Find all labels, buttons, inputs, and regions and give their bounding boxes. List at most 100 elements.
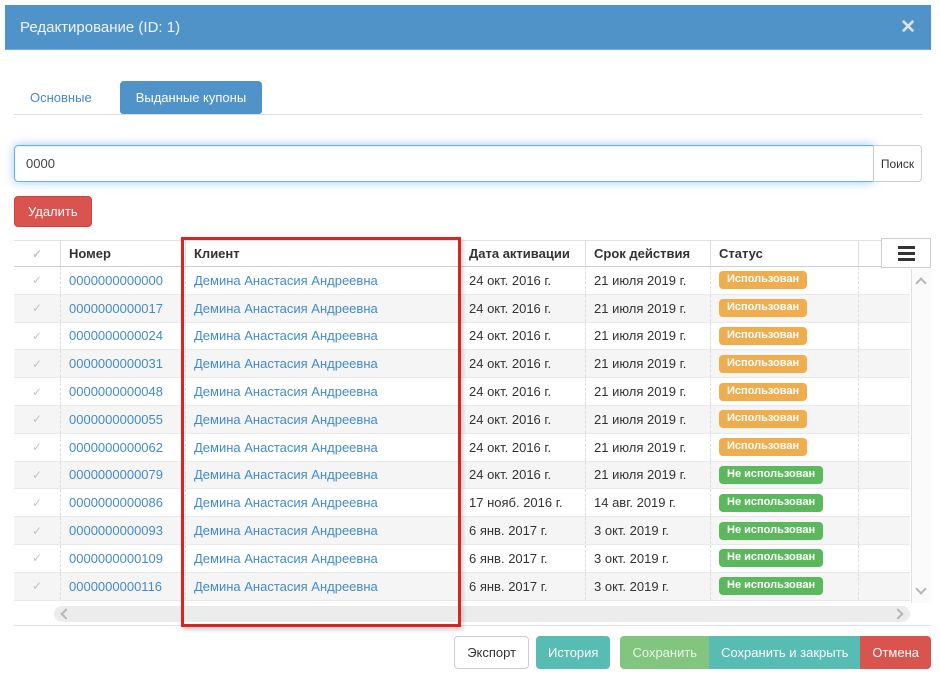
select-all-checkbox[interactable]: ✓ xyxy=(14,241,60,266)
edit-modal: Редактирование (ID: 1) ✕ Основные Выданн… xyxy=(5,5,931,683)
column-header-validity[interactable]: Срок действия xyxy=(585,241,710,266)
client-link[interactable]: Демина Анастасия Андреевна xyxy=(194,579,378,594)
client-link[interactable]: Демина Анастасия Андреевна xyxy=(194,551,378,566)
vertical-scrollbar[interactable] xyxy=(911,269,931,603)
validity-cell: 21 июля 2019 г. xyxy=(585,378,710,405)
client-link[interactable]: Демина Анастасия Андреевна xyxy=(194,412,378,427)
table-row: ✓ 0000000000116 Демина Анастасия Андреев… xyxy=(14,573,910,601)
validity-cell: 21 июля 2019 г. xyxy=(585,434,710,461)
client-link[interactable]: Демина Анастасия Андреевна xyxy=(194,384,378,399)
table-body: ✓ 0000000000000 Демина Анастасия Андреев… xyxy=(14,267,910,601)
validity-cell: 14 авг. 2019 г. xyxy=(585,489,710,516)
column-header-client[interactable]: Клиент xyxy=(185,241,460,266)
column-header-status[interactable]: Статус xyxy=(710,241,858,266)
table-row: ✓ 0000000000017 Демина Анастасия Андреев… xyxy=(14,295,910,323)
client-link[interactable]: Демина Анастасия Андреевна xyxy=(194,495,378,510)
coupon-number-link[interactable]: 0000000000055 xyxy=(69,412,163,427)
export-button[interactable]: Экспорт xyxy=(454,636,529,669)
table-row: ✓ 0000000000109 Демина Анастасия Андреев… xyxy=(14,545,910,573)
row-checkbox[interactable]: ✓ xyxy=(14,545,60,572)
horizontal-scrollbar[interactable] xyxy=(54,606,910,622)
tab-main[interactable]: Основные xyxy=(14,81,108,114)
activation-date-cell: 6 янв. 2017 г. xyxy=(460,517,585,544)
check-icon: ✓ xyxy=(32,524,42,538)
row-checkbox[interactable]: ✓ xyxy=(14,406,60,433)
coupon-number-link[interactable]: 0000000000116 xyxy=(69,579,162,594)
status-badge: Использован xyxy=(719,299,807,317)
tab-bar: Основные Выданные купоны xyxy=(14,75,922,115)
coupons-table: ✓ Номер Клиент Дата активации Срок дейст… xyxy=(14,240,931,601)
coupon-number-link[interactable]: 0000000000024 xyxy=(69,328,163,343)
column-header-number[interactable]: Номер xyxy=(60,241,185,266)
client-link[interactable]: Демина Анастасия Андреевна xyxy=(194,301,378,316)
check-icon: ✓ xyxy=(32,301,42,315)
row-checkbox[interactable]: ✓ xyxy=(14,378,60,405)
validity-cell: 21 июля 2019 г. xyxy=(585,406,710,433)
row-checkbox[interactable]: ✓ xyxy=(14,350,60,377)
check-icon: ✓ xyxy=(32,468,42,482)
coupon-number-link[interactable]: 0000000000000 xyxy=(69,273,163,288)
row-checkbox[interactable]: ✓ xyxy=(14,295,60,322)
validity-cell: 21 июля 2019 г. xyxy=(585,267,710,294)
coupon-number-link[interactable]: 0000000000086 xyxy=(69,495,163,510)
coupon-number-link[interactable]: 0000000000062 xyxy=(69,440,163,455)
client-link[interactable]: Демина Анастасия Андреевна xyxy=(194,356,378,371)
row-checkbox[interactable]: ✓ xyxy=(14,434,60,461)
validity-cell: 21 июля 2019 г. xyxy=(585,462,710,489)
row-checkbox[interactable]: ✓ xyxy=(14,323,60,350)
search-button[interactable]: Поиск xyxy=(873,145,922,182)
history-button[interactable]: История xyxy=(536,636,610,669)
status-badge: Не использован xyxy=(719,549,823,567)
activation-date-cell: 6 янв. 2017 г. xyxy=(460,545,585,572)
activation-date-cell: 6 янв. 2017 г. xyxy=(460,573,585,600)
tab-issued-coupons[interactable]: Выданные купоны xyxy=(120,81,263,114)
table-bottom-border xyxy=(14,625,931,626)
save-button[interactable]: Сохранить xyxy=(620,636,709,669)
search-input[interactable] xyxy=(14,145,874,182)
column-menu-icon[interactable] xyxy=(881,238,931,268)
activation-date-cell: 24 окт. 2016 г. xyxy=(460,462,585,489)
validity-cell: 3 окт. 2019 г. xyxy=(585,545,710,572)
status-badge: Не использован xyxy=(719,522,823,540)
status-badge: Использован xyxy=(719,383,807,401)
table-row: ✓ 0000000000024 Демина Анастасия Андреев… xyxy=(14,323,910,351)
validity-cell: 21 июля 2019 г. xyxy=(585,323,710,350)
scroll-down-icon[interactable] xyxy=(915,583,926,594)
coupon-number-link[interactable]: 0000000000109 xyxy=(69,551,163,566)
row-checkbox[interactable]: ✓ xyxy=(14,517,60,544)
client-link[interactable]: Демина Анастасия Андреевна xyxy=(194,523,378,538)
scroll-right-icon[interactable] xyxy=(892,608,903,619)
row-checkbox[interactable]: ✓ xyxy=(14,267,60,294)
table-header-row: ✓ Номер Клиент Дата активации Срок дейст… xyxy=(14,240,910,267)
table-row: ✓ 0000000000048 Демина Анастасия Андреев… xyxy=(14,378,910,406)
scroll-left-icon[interactable] xyxy=(60,608,71,619)
check-icon: ✓ xyxy=(32,247,42,261)
scroll-up-icon[interactable] xyxy=(915,277,926,288)
status-badge: Использован xyxy=(719,438,807,456)
table-row: ✓ 0000000000079 Демина Анастасия Андреев… xyxy=(14,462,910,490)
save-and-close-button[interactable]: Сохранить и закрыть xyxy=(709,636,860,669)
column-header-activation-date[interactable]: Дата активации xyxy=(460,241,585,266)
table-row: ✓ 0000000000055 Демина Анастасия Андреев… xyxy=(14,406,910,434)
client-link[interactable]: Демина Анастасия Андреевна xyxy=(194,328,378,343)
client-link[interactable]: Демина Анастасия Андреевна xyxy=(194,440,378,455)
close-icon[interactable]: ✕ xyxy=(900,18,916,37)
delete-button[interactable]: Удалить xyxy=(14,196,92,227)
coupon-number-link[interactable]: 0000000000093 xyxy=(69,523,163,538)
row-checkbox[interactable]: ✓ xyxy=(14,462,60,489)
row-checkbox[interactable]: ✓ xyxy=(14,573,60,600)
page-title: Редактирование (ID: 1) xyxy=(20,19,180,36)
activation-date-cell: 24 окт. 2016 г. xyxy=(460,295,585,322)
client-link[interactable]: Демина Анастасия Андреевна xyxy=(194,467,378,482)
row-checkbox[interactable]: ✓ xyxy=(14,489,60,516)
coupon-number-link[interactable]: 0000000000017 xyxy=(69,301,163,316)
check-icon: ✓ xyxy=(32,412,42,426)
activation-date-cell: 24 окт. 2016 г. xyxy=(460,434,585,461)
client-link[interactable]: Демина Анастасия Андреевна xyxy=(194,273,378,288)
search-bar: Поиск xyxy=(14,145,922,182)
activation-date-cell: 24 окт. 2016 г. xyxy=(460,406,585,433)
coupon-number-link[interactable]: 0000000000079 xyxy=(69,467,163,482)
coupon-number-link[interactable]: 0000000000048 xyxy=(69,384,163,399)
coupon-number-link[interactable]: 0000000000031 xyxy=(69,356,163,371)
cancel-button[interactable]: Отмена xyxy=(860,636,931,669)
